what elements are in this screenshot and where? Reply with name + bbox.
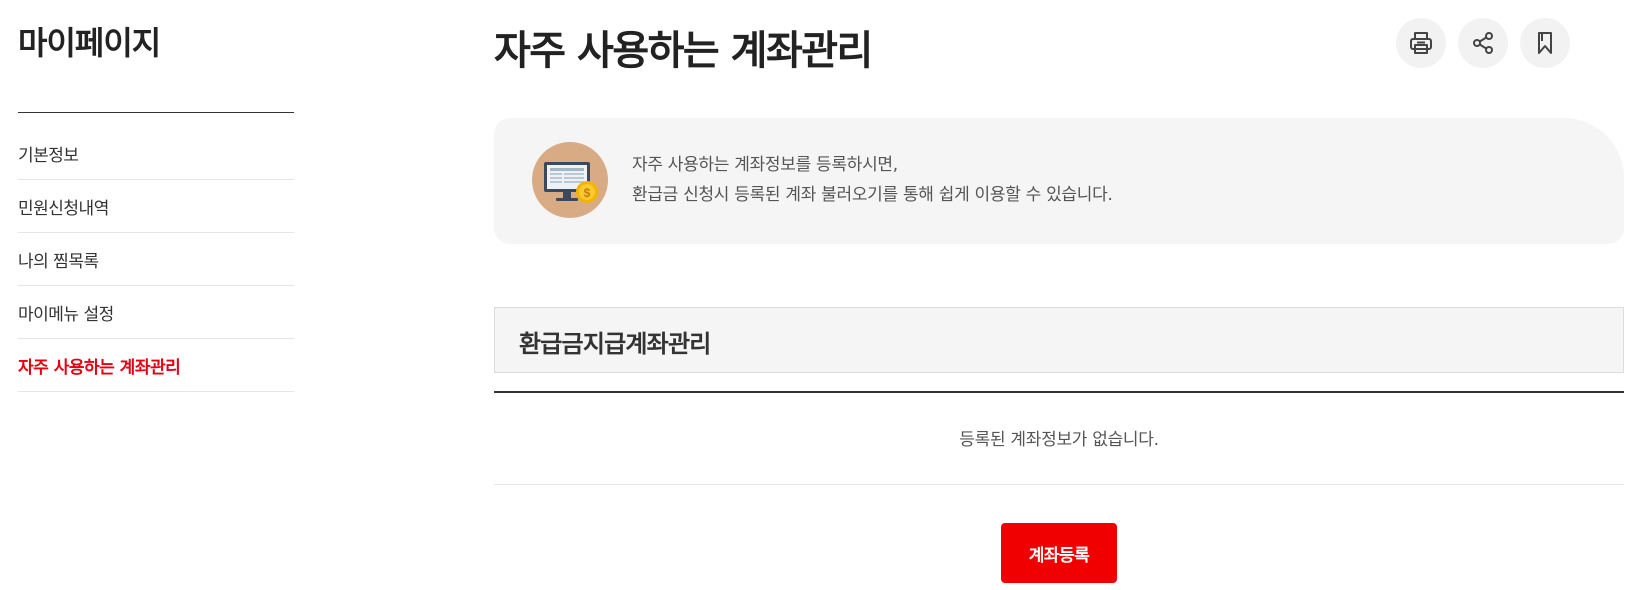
table-top-rule: [494, 391, 1624, 393]
sidebar-item-basic-info[interactable]: 기본정보: [18, 127, 294, 180]
info-line-1: 자주 사용하는 계좌정보를 등록하시면,: [632, 155, 898, 175]
print-icon: [1410, 32, 1432, 54]
monitor-coin-icon: $: [532, 142, 608, 218]
sidebar-divider: [18, 112, 294, 113]
sidebar-menu: 기본정보 민원신청내역 나의 찜목록 마이메뉴 설정 자주 사용하는 계좌관리: [18, 127, 294, 392]
register-account-button[interactable]: 계좌등록: [1001, 523, 1117, 583]
section-title: 환급금지급계좌관리: [519, 330, 711, 358]
table-bottom-rule: [494, 484, 1624, 485]
bookmark-button[interactable]: [1520, 18, 1570, 68]
empty-state-message: 등록된 계좌정보가 없습니다.: [959, 430, 1159, 450]
page-title: 자주 사용하는 계좌관리: [494, 28, 873, 74]
sidebar-title: 마이페이지: [18, 24, 161, 62]
section-header: 환급금지급계좌관리: [494, 307, 1624, 373]
bookmark-icon: [1538, 32, 1552, 54]
sidebar-item-mymenu-settings[interactable]: 마이메뉴 설정: [18, 286, 294, 339]
svg-text:$: $: [584, 186, 591, 200]
share-icon: [1473, 32, 1493, 54]
print-button[interactable]: [1396, 18, 1446, 68]
sidebar-item-account-management[interactable]: 자주 사용하는 계좌관리: [18, 339, 294, 392]
share-button[interactable]: [1458, 18, 1508, 68]
info-panel: $ 자주 사용하는 계좌정보를 등록하시면, 환급금 신청시 등록된 계좌 불러…: [494, 118, 1624, 244]
info-line-2: 환급금 신청시 등록된 계좌 불러오기를 통해 쉽게 이용할 수 있습니다.: [632, 185, 1113, 205]
sidebar-item-favorites[interactable]: 나의 찜목록: [18, 233, 294, 286]
sidebar-item-petition-history[interactable]: 민원신청내역: [18, 180, 294, 233]
info-description: 자주 사용하는 계좌정보를 등록하시면, 환급금 신청시 등록된 계좌 불러오기…: [632, 150, 1113, 210]
